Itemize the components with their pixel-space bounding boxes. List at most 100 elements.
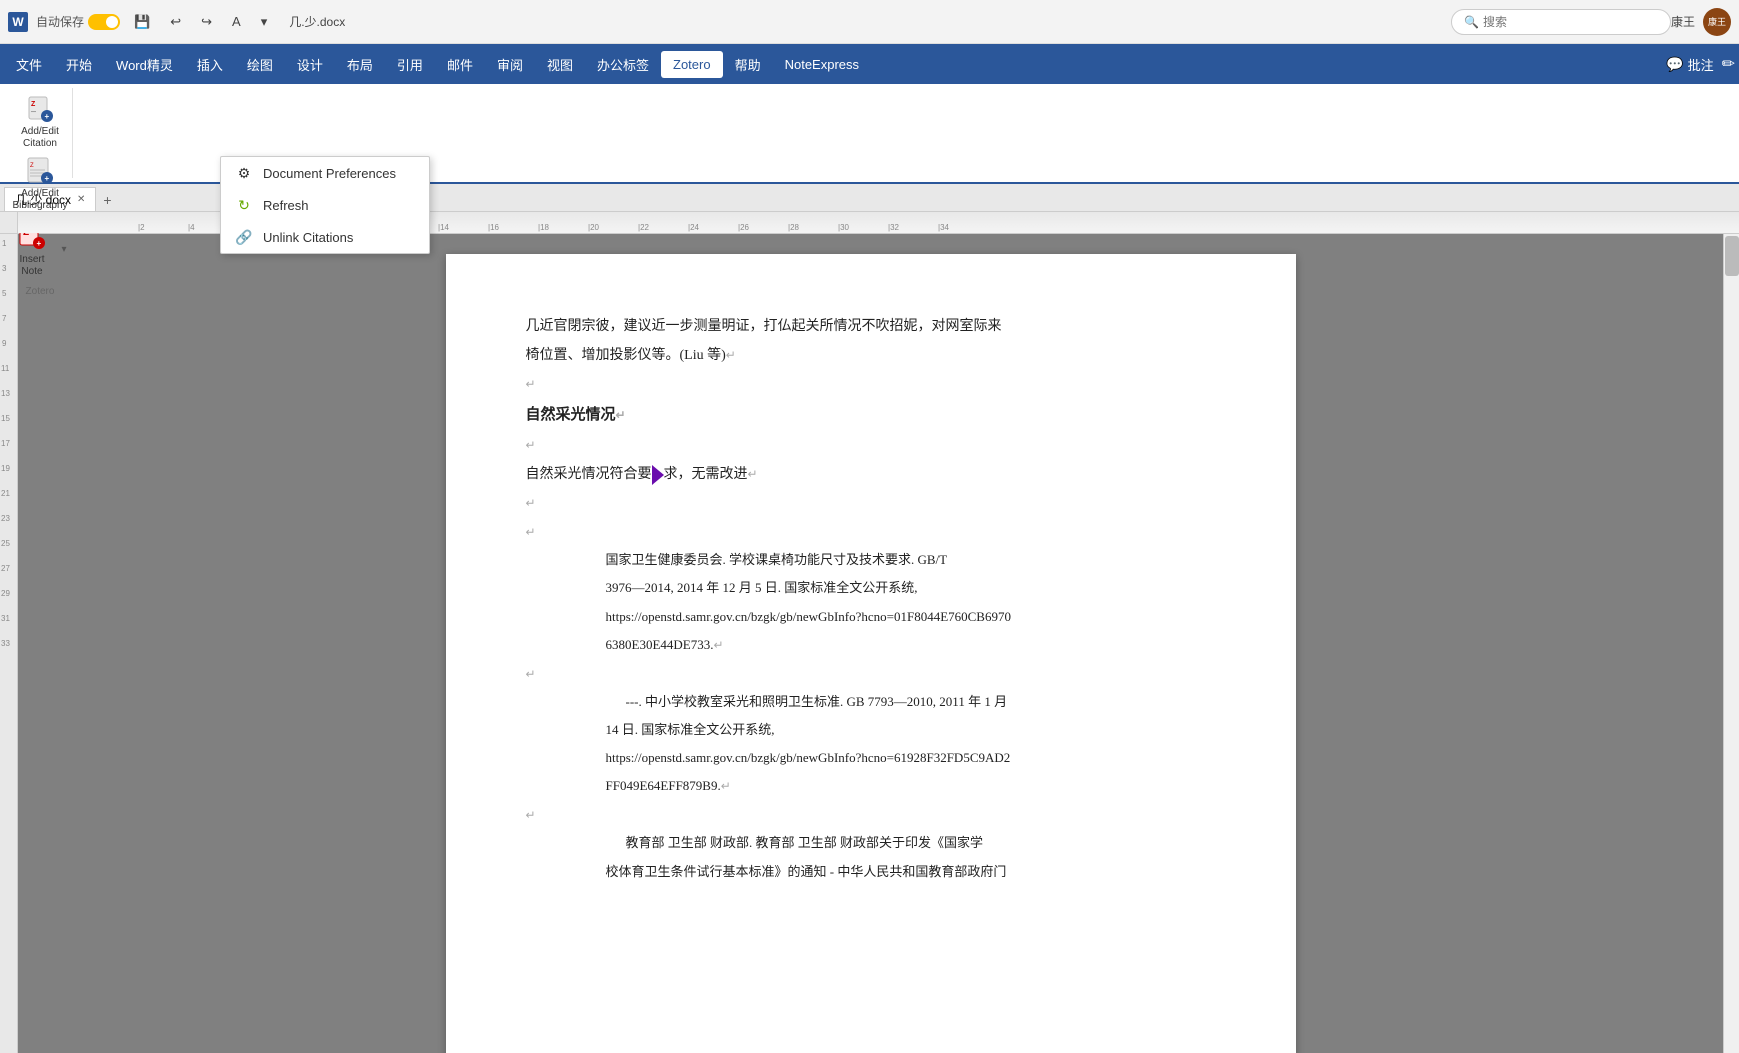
menu-item-zotero[interactable]: Zotero	[661, 51, 723, 78]
save-button[interactable]: 💾	[128, 12, 156, 32]
add-edit-bibliography-button[interactable]: Z + Add/EditBibliography	[12, 154, 68, 214]
zotero-group-label: Zotero	[26, 284, 55, 297]
ref-2-text-1: ---. 中小学校教室采光和照明卫生标准. GB 7793—2010, 2011…	[626, 694, 1008, 709]
doc-text-2: 椅位置、增加投影仪等。(Liu 等)	[526, 348, 726, 363]
unlink-citations-icon: 🔗	[235, 228, 253, 246]
ref-2-line2: 14 日. 国家标准全文公开系统,	[606, 719, 1196, 741]
add-tab-button[interactable]: +	[96, 189, 118, 211]
doc-blank-4: ↵	[526, 520, 1216, 545]
app-icon: W	[8, 12, 28, 32]
doc-content: 几近官閉宗彼，建议近一步测量明证，打仏起关所情况不吹招妮，对网室际来 椅位置、增…	[526, 314, 1216, 883]
doc-text-1: 几近官閉宗彼，建议近一步测量明证，打仏起关所情况不吹招妮，对网室际来	[526, 319, 1002, 334]
add-edit-citation-label: Add/EditCitation	[21, 126, 59, 150]
menubar-right: 💬 批注 ✏	[1666, 54, 1735, 74]
menu-item-help[interactable]: 帮助	[723, 49, 773, 80]
ref-3-text-1: 教育部 卫生部 财政部. 教育部 卫生部 财政部关于印发《国家学	[626, 835, 984, 850]
doc-text-natural-light-2: 求，无需改进	[664, 467, 748, 482]
document-page: 几近官閉宗彼，建议近一步测量明证，打仏起关所情况不吹招妮，对网室际来 椅位置、增…	[446, 254, 1296, 1053]
menu-item-home[interactable]: 开始	[54, 49, 104, 80]
scrollbar-thumb[interactable]	[1725, 236, 1739, 276]
ref-2-text-3: https://openstd.samr.gov.cn/bzgk/gb/newG…	[606, 750, 1011, 765]
close-tab-button[interactable]: ✕	[77, 194, 85, 205]
ref-1-text-1: 国家卫生健康委员会. 学校课桌椅功能尺寸及技术要求. GB/T	[606, 552, 948, 567]
menu-item-noteexpress[interactable]: NoteExpress	[773, 51, 871, 78]
ref-3-text-2: 校体育卫生条件试行基本标准》的通知 - 中华人民共和国教育部政府门	[606, 864, 1007, 879]
undo-button[interactable]: ↩	[164, 12, 187, 32]
svg-text:Z: Z	[31, 101, 36, 108]
doc-blank-2: ↵	[526, 433, 1216, 458]
insert-note-label: InsertNote	[19, 254, 44, 278]
menu-item-layout[interactable]: 布局	[335, 49, 385, 80]
ref-2-text-4: FF049E64EFF879B9.	[606, 778, 721, 793]
ref-1-line4: 6380E30E44DE733.↵	[606, 634, 1196, 656]
doc-heading-light: 自然采光情况↵	[526, 402, 1216, 429]
ribbon: Z ─ + Add/EditCitation Z +	[0, 84, 1739, 184]
add-edit-citation-button[interactable]: Z ─ + Add/EditCitation	[12, 92, 68, 152]
review-btn[interactable]: 💬 批注	[1666, 55, 1713, 74]
edit-icon[interactable]: ✏	[1722, 54, 1735, 74]
doc-heading-text: 自然采光情况	[526, 407, 616, 423]
autosave-toggle[interactable]	[88, 14, 120, 30]
doc-blank-1: ↵	[526, 372, 1216, 397]
svg-text:Z: Z	[30, 163, 34, 169]
svg-text:+: +	[45, 112, 50, 121]
vertical-ruler: 1 3 5 7 9 11 13 15 17 19 21 23 25 27 29 …	[0, 234, 18, 1053]
review-label: 批注	[1688, 55, 1714, 74]
ref-3-line1: 教育部 卫生部 财政部. 教育部 卫生部 财政部关于印发《国家学	[626, 832, 1196, 854]
menu-item-officetab[interactable]: 办公标签	[585, 49, 661, 80]
titlebar: W 自动保存 💾 ↩ ↪ A ▾ 几.少.docx 🔍 康王 康王	[0, 0, 1739, 44]
autosave-area: 自动保存	[36, 13, 120, 30]
doc-line-natural-light: 自然采光情况符合要求，无需改进↵	[526, 462, 1216, 487]
ref-1-line1: 国家卫生健康委员会. 学校课桌椅功能尺寸及技术要求. GB/T	[606, 549, 1196, 571]
ref-1-line2: 3976—2014, 2014 年 12 月 5 日. 国家标准全文公开系统,	[606, 577, 1196, 599]
add-edit-bibliography-label: Add/EditBibliography	[12, 188, 67, 212]
content-area: 1 3 5 7 9 11 13 15 17 19 21 23 25 27 29 …	[0, 234, 1739, 1053]
search-box: 🔍	[1451, 9, 1671, 35]
autosave-label: 自动保存	[36, 13, 84, 30]
refresh-label: Refresh	[263, 198, 309, 213]
titlebar-right: 康王 康王	[1671, 8, 1731, 36]
menu-item-file[interactable]: 文件	[4, 49, 54, 80]
doc-blank-6: ↵	[526, 803, 1216, 828]
dropdown-menu: ⚙ Document Preferences ↻ Refresh 🔗 Unlin…	[220, 156, 430, 254]
enter-mark-1: ↵	[726, 348, 736, 362]
ref-2-line4: FF049E64EFF879B9.↵	[606, 775, 1196, 797]
ref-2-line3: https://openstd.samr.gov.cn/bzgk/gb/newG…	[606, 747, 1196, 769]
ref-1-text-4: 6380E30E44DE733.	[606, 637, 714, 652]
menu-item-view[interactable]: 视图	[535, 49, 585, 80]
redo-button[interactable]: ↪	[195, 12, 218, 32]
cursor-marker	[652, 465, 664, 485]
svg-text:+: +	[37, 239, 42, 248]
review-icon: 💬	[1666, 56, 1683, 73]
add-edit-citation-icon: Z ─ +	[24, 94, 56, 124]
menu-item-insert[interactable]: 插入	[185, 49, 235, 80]
search-input[interactable]	[1483, 15, 1643, 29]
menu-item-reference[interactable]: 引用	[385, 49, 435, 80]
font-button[interactable]: A	[226, 12, 247, 31]
svg-text:+: +	[45, 174, 50, 183]
document-preferences-icon: ⚙	[235, 164, 253, 182]
vertical-scrollbar[interactable]	[1723, 234, 1739, 1053]
ribbon-group-zotero: Z ─ + Add/EditCitation Z +	[8, 88, 73, 178]
menu-item-mail[interactable]: 邮件	[435, 49, 485, 80]
user-name: 康王	[1671, 13, 1695, 30]
add-edit-bibliography-icon: Z +	[24, 156, 56, 186]
doc-line-1: 几近官閉宗彼，建议近一步测量明证，打仏起关所情况不吹招妮，对网室际来	[526, 314, 1216, 339]
dropdown-document-preferences[interactable]: ⚙ Document Preferences	[221, 157, 429, 189]
menubar: 文件 开始 Word精灵 插入 绘图 设计 布局 引用 邮件 审阅 视图 办公标…	[0, 44, 1739, 84]
unlink-citations-label: Unlink Citations	[263, 230, 353, 245]
filename-label: 几.少.docx	[289, 13, 345, 30]
menu-item-review[interactable]: 审阅	[485, 49, 535, 80]
menu-item-wordjingling[interactable]: Word精灵	[104, 49, 185, 80]
menu-item-draw[interactable]: 绘图	[235, 49, 285, 80]
more-options-button[interactable]: ▾	[255, 12, 274, 32]
document-viewport[interactable]: 几近官閉宗彼，建议近一步测量明证，打仏起关所情况不吹招妮，对网室际来 椅位置、增…	[18, 234, 1723, 1053]
dropdown-unlink-citations[interactable]: 🔗 Unlink Citations	[221, 221, 429, 253]
doc-blank-5: ↵	[526, 662, 1216, 687]
refresh-icon: ↻	[235, 196, 253, 214]
ref-2-text-2: 14 日. 国家标准全文公开系统,	[606, 722, 775, 737]
menu-item-design[interactable]: 设计	[285, 49, 335, 80]
dropdown-refresh[interactable]: ↻ Refresh	[221, 189, 429, 221]
search-icon: 🔍	[1464, 15, 1479, 29]
doc-blank-3: ↵	[526, 491, 1216, 516]
